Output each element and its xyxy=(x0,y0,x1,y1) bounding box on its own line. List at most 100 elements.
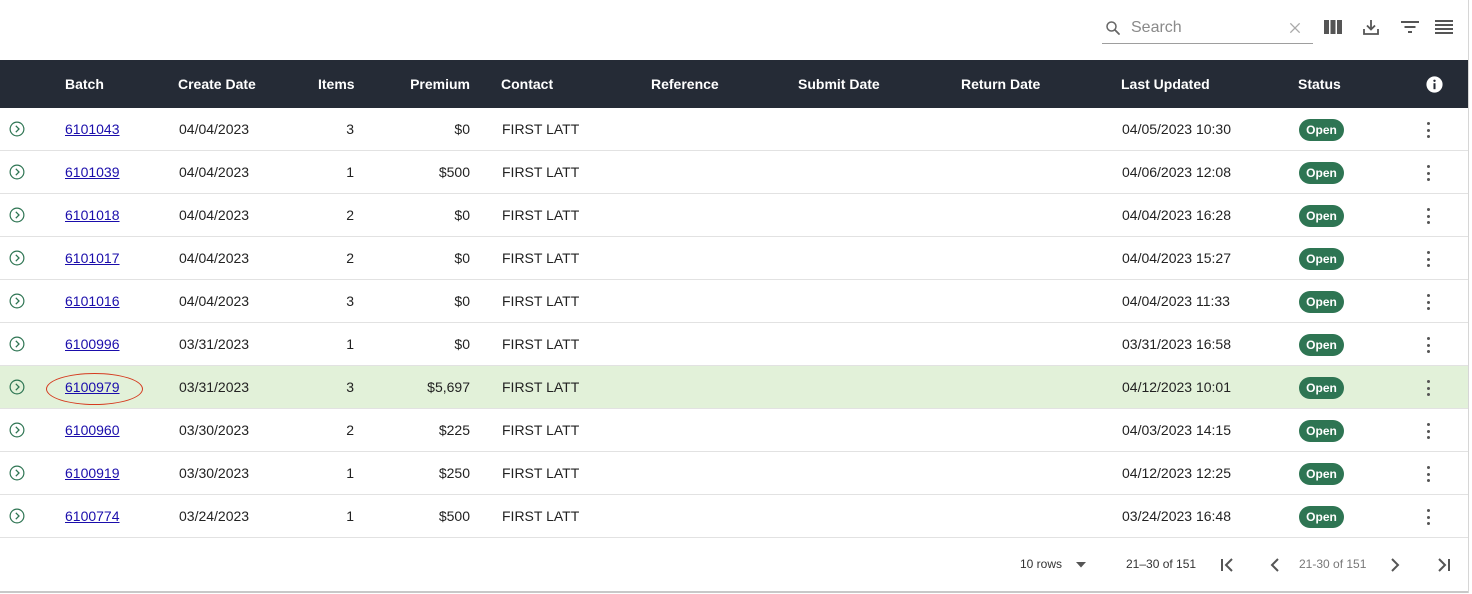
batch-link[interactable]: 6101043 xyxy=(65,121,120,137)
cell-premium: $500 xyxy=(438,164,470,180)
expand-row-icon[interactable] xyxy=(9,121,25,137)
header-reference[interactable]: Reference xyxy=(651,60,719,108)
batch-link[interactable]: 6100960 xyxy=(65,422,120,438)
export-button[interactable] xyxy=(1360,16,1382,38)
next-page-icon[interactable] xyxy=(1385,555,1405,575)
cell-items: 1 xyxy=(346,336,354,352)
batch-link[interactable]: 6100919 xyxy=(65,465,120,481)
status-badge: Open xyxy=(1299,162,1344,184)
cell-contact: FIRST LATT xyxy=(502,293,580,309)
cell-batch: 6101017 xyxy=(65,237,120,279)
cell-batch: 6100774 xyxy=(65,495,120,537)
header-last-updated[interactable]: Last Updated xyxy=(1121,60,1210,108)
search-input[interactable] xyxy=(1131,16,1281,40)
table-toolbar xyxy=(0,0,1472,60)
table-row[interactable]: 6101017 04/04/2023 2 $0 FIRST LATT 04/04/2023… xyxy=(0,237,1469,280)
table-row[interactable]: 6100979 03/31/2023 3 $5,697 FIRST LATT 04/12/… xyxy=(0,366,1469,409)
rows-per-page-select[interactable]: 10 rows xyxy=(1020,557,1062,571)
dropdown-arrow-icon[interactable] xyxy=(1075,561,1087,569)
batch-link[interactable]: 6101018 xyxy=(65,207,120,223)
cell-create-date: 04/04/2023 xyxy=(179,250,250,266)
page-range-secondary: 21-30 of 151 xyxy=(1299,557,1367,571)
cell-last-updated: 04/04/2023 15:27 xyxy=(1122,250,1231,266)
header-return-date[interactable]: Return Date xyxy=(961,60,1040,108)
cell-items: 3 xyxy=(346,293,354,309)
batch-link[interactable]: 6100774 xyxy=(65,508,120,524)
cell-premium: $500 xyxy=(438,508,470,524)
cell-contact: FIRST LATT xyxy=(502,508,580,524)
rows-per-page-label: 10 rows xyxy=(1020,557,1063,571)
expand-row-icon[interactable] xyxy=(9,465,25,481)
status-badge: Open xyxy=(1299,506,1344,528)
header-create-date[interactable]: Create Date xyxy=(178,60,256,108)
pagination-bar: 10 rows 21–30 of 151 21-30 of 151 xyxy=(0,539,1469,591)
table-row[interactable]: 6101043 04/04/2023 3 $0 FIRST LATT 04/05/2023… xyxy=(0,108,1469,151)
cell-items: 2 xyxy=(346,207,354,223)
cell-last-updated: 03/31/2023 16:58 xyxy=(1122,336,1231,352)
cell-premium: $5,697 xyxy=(427,379,470,395)
cell-items: 1 xyxy=(346,465,354,481)
table-row[interactable]: 6101018 04/04/2023 2 $0 FIRST LATT 04/04/2023… xyxy=(0,194,1469,237)
expand-row-icon[interactable] xyxy=(9,164,25,180)
header-items[interactable]: Items xyxy=(318,60,355,108)
cell-items: 3 xyxy=(346,121,354,137)
header-contact[interactable]: Contact xyxy=(501,60,553,108)
header-premium[interactable]: Premium xyxy=(410,60,470,108)
table-row[interactable]: 6100960 03/30/2023 2 $225 FIRST LATT 04/03/20… xyxy=(0,409,1469,452)
row-actions-menu-icon[interactable] xyxy=(1420,464,1436,484)
expand-row-icon[interactable] xyxy=(9,293,25,309)
density-button[interactable] xyxy=(1433,16,1455,38)
cell-premium: $0 xyxy=(454,121,470,137)
expand-row-icon[interactable] xyxy=(9,207,25,223)
info-icon[interactable] xyxy=(1426,76,1443,93)
table-row[interactable]: 6100774 03/24/2023 1 $500 FIRST LATT 03/24/20… xyxy=(0,495,1469,538)
row-actions-menu-icon[interactable] xyxy=(1420,120,1436,140)
batch-table: Batch Create Date Items Premium Contact … xyxy=(0,60,1469,538)
last-page-icon[interactable] xyxy=(1433,555,1453,575)
status-badge: Open xyxy=(1299,291,1344,313)
status-badge: Open xyxy=(1299,248,1344,270)
status-badge: Open xyxy=(1299,377,1344,399)
expand-row-icon[interactable] xyxy=(9,250,25,266)
expand-row-icon[interactable] xyxy=(9,508,25,524)
filter-icon xyxy=(1401,21,1419,33)
header-batch[interactable]: Batch xyxy=(65,60,104,108)
expand-row-icon[interactable] xyxy=(9,336,25,352)
filter-button[interactable] xyxy=(1399,16,1421,38)
cell-premium: $0 xyxy=(454,207,470,223)
cell-contact: FIRST LATT xyxy=(502,164,580,180)
table-row[interactable]: 6100919 03/30/2023 1 $250 FIRST LATT 04/12/20… xyxy=(0,452,1469,495)
row-actions-menu-icon[interactable] xyxy=(1420,421,1436,441)
row-actions-menu-icon[interactable] xyxy=(1420,206,1436,226)
cell-create-date: 04/04/2023 xyxy=(179,207,250,223)
expand-row-icon[interactable] xyxy=(9,379,25,395)
table-row[interactable]: 6101016 04/04/2023 3 $0 FIRST LATT 04/04/2023… xyxy=(0,280,1469,323)
cell-batch: 6101039 xyxy=(65,151,120,193)
table-row[interactable]: 6100996 03/31/2023 1 $0 FIRST LATT 03/31/2023… xyxy=(0,323,1469,366)
batch-link[interactable]: 6101017 xyxy=(65,250,120,266)
table-row[interactable]: 6101039 04/04/2023 1 $500 FIRST LATT 04/06/20… xyxy=(0,151,1469,194)
row-actions-menu-icon[interactable] xyxy=(1420,378,1436,398)
first-page-icon[interactable] xyxy=(1218,555,1238,575)
header-status[interactable]: Status xyxy=(1298,60,1341,108)
batch-link[interactable]: 6100996 xyxy=(65,336,120,352)
cell-contact: FIRST LATT xyxy=(502,121,580,137)
batch-link[interactable]: 6101016 xyxy=(65,293,120,309)
expand-row-icon[interactable] xyxy=(9,422,25,438)
columns-button[interactable] xyxy=(1322,16,1344,38)
cell-create-date: 03/24/2023 xyxy=(179,508,250,524)
previous-page-icon[interactable] xyxy=(1265,555,1285,575)
status-badge: Open xyxy=(1299,334,1344,356)
row-actions-menu-icon[interactable] xyxy=(1420,507,1436,527)
clear-icon[interactable] xyxy=(1287,20,1303,36)
row-actions-menu-icon[interactable] xyxy=(1420,163,1436,183)
cell-batch: 6100960 xyxy=(65,409,120,451)
row-actions-menu-icon[interactable] xyxy=(1420,292,1436,312)
row-actions-menu-icon[interactable] xyxy=(1420,249,1436,269)
status-badge: Open xyxy=(1299,463,1344,485)
row-actions-menu-icon[interactable] xyxy=(1420,335,1436,355)
cell-create-date: 03/30/2023 xyxy=(179,465,250,481)
batch-link[interactable]: 6101039 xyxy=(65,164,120,180)
columns-icon xyxy=(1324,20,1342,34)
header-submit-date[interactable]: Submit Date xyxy=(798,60,880,108)
